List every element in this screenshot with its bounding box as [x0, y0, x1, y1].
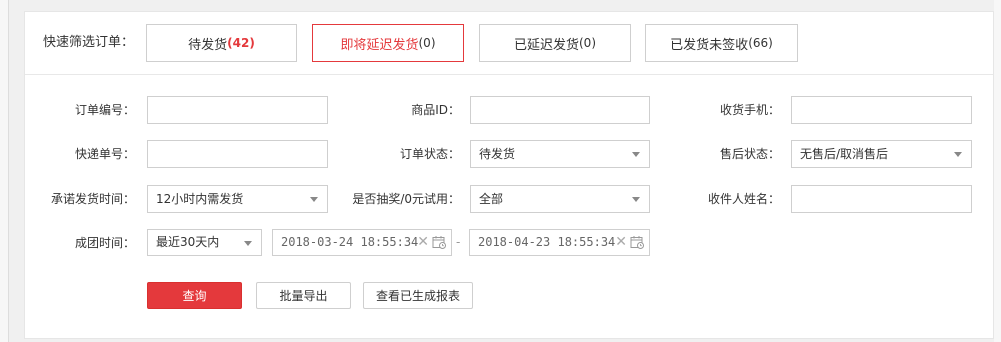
lottery-trial-select[interactable]: 全部 — [470, 185, 650, 213]
order-status-label: 订单状态： — [399, 147, 460, 161]
order-no-label: 订单编号： — [74, 103, 135, 117]
quick-filter-delayed[interactable]: 已延迟发货 (0) — [479, 24, 631, 62]
after-sale-status-select[interactable]: 无售后/取消售后 — [791, 140, 972, 168]
quick-filter-pending-ship[interactable]: 待发货 (42) — [146, 24, 297, 62]
group-time-label: 成团时间： — [74, 236, 135, 250]
group-time-start-value: 2018-03-24 18:55:34 — [281, 235, 419, 249]
clear-icon[interactable]: ✕ — [417, 230, 429, 255]
chevron-down-icon — [310, 197, 318, 202]
clear-icon[interactable]: ✕ — [615, 230, 627, 255]
right-scroll-edge — [994, 0, 1001, 342]
quick-filter-pending-ship-count: (42) — [227, 36, 255, 50]
order-filter-panel: 快速筛选订单： 待发货 (42) 即将延迟发货 (0) 已延迟发货 (0) 已发货未签… — [24, 11, 994, 339]
chevron-down-icon — [632, 197, 640, 202]
promise-ship-time-select[interactable]: 12小时内需发货 — [147, 185, 328, 213]
section-divider — [25, 74, 993, 75]
lottery-trial-value: 全部 — [479, 192, 504, 206]
quick-filter-shipped-unsigned-count: (66) — [748, 36, 773, 50]
order-no-input[interactable] — [147, 96, 328, 124]
calendar-icon[interactable] — [432, 235, 446, 249]
after-sale-status-value: 无售后/取消售后 — [800, 147, 889, 161]
receiver-phone-input[interactable] — [791, 96, 972, 124]
chevron-down-icon — [954, 152, 962, 157]
group-time-end-value: 2018-04-23 18:55:34 — [478, 235, 616, 249]
chevron-down-icon — [632, 152, 640, 157]
group-time-end-date[interactable]: 2018-04-23 18:55:34 ✕ — [469, 229, 650, 256]
quick-filter-about-to-delay[interactable]: 即将延迟发货 (0) — [312, 24, 464, 62]
view-reports-button[interactable]: 查看已生成报表 — [363, 282, 473, 309]
group-time-range-select[interactable]: 最近30天内 — [147, 229, 262, 256]
left-sidebar-edge — [0, 0, 9, 342]
product-id-label: 商品ID： — [411, 103, 460, 117]
receiver-phone-label: 收货手机： — [719, 103, 780, 117]
query-button[interactable]: 查询 — [147, 282, 242, 309]
quick-filter-label: 快速筛选订单： — [43, 35, 135, 50]
quick-filter-about-to-delay-text: 即将延迟发货 — [340, 37, 419, 53]
quick-filter-shipped-unsigned[interactable]: 已发货未签收 (66) — [645, 24, 798, 62]
quick-filter-about-to-delay-count: (0) — [418, 36, 436, 50]
receiver-name-input[interactable] — [791, 185, 972, 213]
promise-ship-time-value: 12小时内需发货 — [156, 192, 244, 206]
calendar-icon[interactable] — [630, 235, 644, 249]
tracking-no-input[interactable] — [147, 140, 328, 168]
quick-filter-pending-ship-text: 待发货 — [188, 37, 228, 53]
quick-filter-delayed-count: (0) — [579, 36, 596, 50]
batch-export-button[interactable]: 批量导出 — [256, 282, 351, 309]
product-id-input[interactable] — [470, 96, 650, 124]
date-range-separator: - — [456, 235, 461, 249]
quick-filter-shipped-unsigned-text: 已发货未签收 — [670, 37, 749, 53]
chevron-down-icon — [244, 241, 252, 246]
after-sale-status-label: 售后状态： — [719, 147, 780, 161]
tracking-no-label: 快递单号： — [74, 147, 135, 161]
order-status-value: 待发货 — [479, 147, 516, 161]
group-time-range-value: 最近30天内 — [156, 235, 220, 249]
order-status-select[interactable]: 待发货 — [470, 140, 650, 168]
receiver-name-label: 收件人姓名： — [707, 192, 780, 206]
quick-filter-delayed-text: 已延迟发货 — [513, 37, 579, 53]
promise-ship-time-label: 承诺发货时间： — [50, 192, 135, 206]
group-time-start-date[interactable]: 2018-03-24 18:55:34 ✕ — [272, 229, 452, 256]
lottery-trial-label: 是否抽奖/0元试用： — [352, 192, 460, 206]
